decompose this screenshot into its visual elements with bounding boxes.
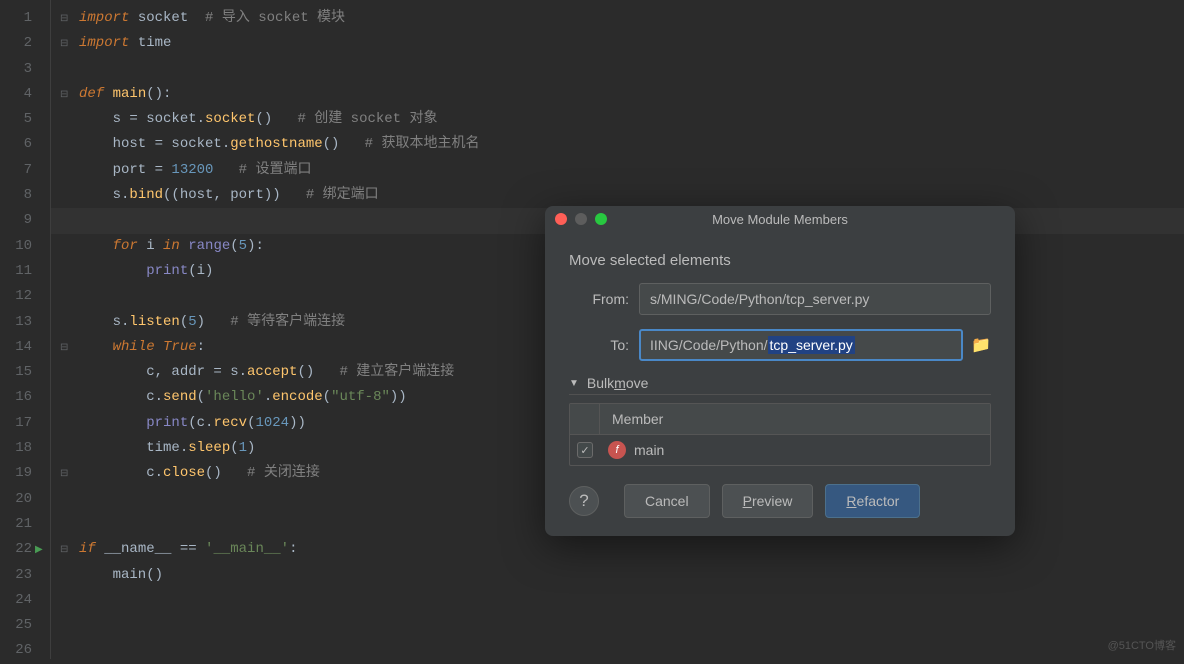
line-number: 21 [0,512,32,537]
code-line[interactable] [79,638,1184,663]
cancel-button[interactable]: Cancel [624,484,710,518]
to-input[interactable]: IING/Code/Python/tcp_server.py [639,329,963,361]
code-line[interactable]: if __name__ == '__main__': [79,537,1184,562]
fold-icon[interactable]: ⊟ [60,342,70,352]
line-number: 9 [0,208,32,233]
code-line[interactable] [79,588,1184,613]
run-gutter-icon[interactable]: ▶ [35,544,43,556]
line-number: 16 [0,385,32,410]
code-line[interactable]: s.bind((host, port)) # 绑定端口 [79,183,1184,208]
line-number: 26 [0,638,32,663]
chevron-down-icon: ▼ [569,378,579,389]
line-number: 10 [0,234,32,259]
dialog-title: Move Module Members [545,212,1015,227]
table-header: Member [570,404,990,435]
line-number: 18 [0,436,32,461]
fold-icon[interactable]: ⊟ [60,38,70,48]
code-line[interactable]: port = 13200 # 设置端口 [79,158,1184,183]
preview-button[interactable]: Preview [722,484,814,518]
member-checkbox[interactable]: ✓ [577,442,593,458]
line-number: 20 [0,487,32,512]
line-number: 25 [0,613,32,638]
line-number: 4 [0,82,32,107]
line-number: 14 [0,335,32,360]
code-line[interactable]: s = socket.socket() # 创建 socket 对象 [79,107,1184,132]
line-number: 11 [0,259,32,284]
code-line[interactable]: import socket # 导入 socket 模块 [79,6,1184,31]
fold-icon[interactable]: ⊟ [60,468,70,478]
code-line[interactable]: main() [79,563,1184,588]
line-number: 2 [0,31,32,56]
code-line[interactable]: import time [79,31,1184,56]
dialog-titlebar: Move Module Members [545,206,1015,232]
line-number: 5 [0,107,32,132]
line-number: 8 [0,183,32,208]
from-label: From: [569,291,629,307]
to-input-selection: tcp_server.py [768,336,855,354]
table-row[interactable]: ✓ f main [570,435,990,465]
watermark: @51CTO博客 [1108,637,1176,653]
help-button[interactable]: ? [569,486,599,516]
line-gutter: 1234567891011121314151617181920212223242… [0,0,50,659]
code-line[interactable] [79,613,1184,638]
bulk-move-section[interactable]: ▼ Bulk move [569,375,991,395]
line-number: 19 [0,461,32,486]
member-name: main [634,442,664,458]
function-badge-icon: f [608,441,626,459]
line-number: 6 [0,132,32,157]
move-members-dialog: Move Module Members Move selected elemen… [545,206,1015,536]
line-number: 3 [0,57,32,82]
browse-folder-icon[interactable]: 📁 [971,335,991,355]
member-column-header: Member [600,404,990,434]
members-table: Member ✓ f main [569,403,991,466]
to-label: To: [569,337,629,353]
fold-icon[interactable]: ⊟ [60,13,70,23]
line-number: 12 [0,284,32,309]
refactor-button[interactable]: Refactor [825,484,920,518]
line-number: 23 [0,563,32,588]
line-number: 15 [0,360,32,385]
fold-icon[interactable]: ⊟ [60,544,70,554]
line-number: 13 [0,310,32,335]
dialog-heading: Move selected elements [569,252,991,269]
code-line[interactable]: def main(): [79,82,1184,107]
fold-icon[interactable]: ⊟ [60,89,70,99]
from-input[interactable] [639,283,991,315]
line-number: 24 [0,588,32,613]
code-line[interactable]: host = socket.gethostname() # 获取本地主机名 [79,132,1184,157]
line-number: 17 [0,411,32,436]
code-line[interactable] [79,57,1184,82]
line-number: 1 [0,6,32,31]
line-number: 7 [0,158,32,183]
line-number: 22 [0,537,32,562]
